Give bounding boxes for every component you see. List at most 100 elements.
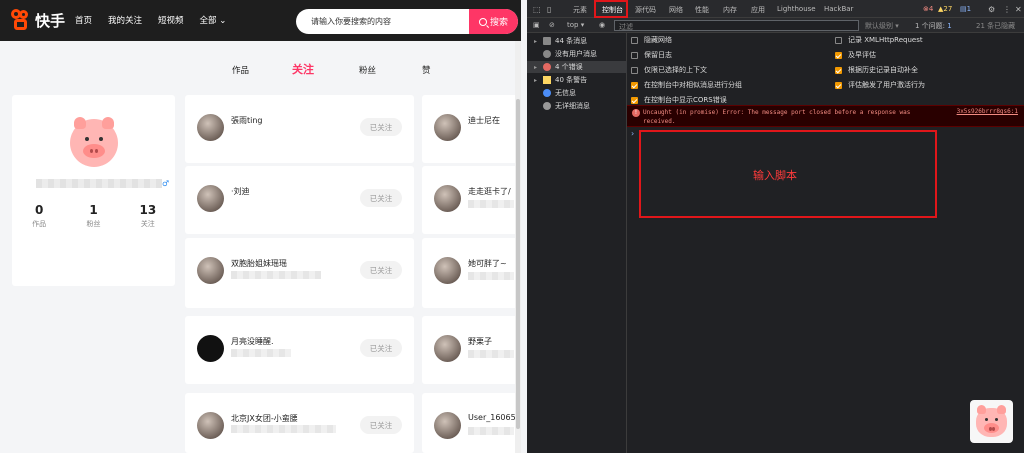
sidebar-item-info[interactable]: 无信息 (534, 87, 576, 99)
option-group-similar[interactable]: 在控制台中对相似消息进行分组 (631, 80, 742, 90)
more-menu-icon[interactable]: ⋮ (1003, 5, 1011, 14)
list-item[interactable]: 迪士尼在 (422, 95, 521, 163)
profile-tabs: 作品 关注 粉丝 赞 (222, 60, 521, 80)
error-message: Uncaught (in promise) Error: The message… (643, 109, 911, 125)
followed-button[interactable]: 已关注 (360, 339, 402, 357)
option-preserve-log[interactable]: 保留日志 (631, 50, 672, 60)
error-icon: ! (632, 109, 640, 117)
tab-network[interactable]: 网络 (669, 5, 683, 15)
sidebar-item-messages[interactable]: ▸ 44 条消息 (534, 35, 587, 47)
nav-links: 首页 我的关注 短视频 全部 ⌄ (75, 14, 226, 26)
tab-lighthouse[interactable]: Lighthouse (777, 5, 816, 13)
error-source-link[interactable]: 3x5s926brrr8gs6:1 (957, 108, 1018, 115)
list-item[interactable]: 野栗子 (422, 316, 521, 384)
tab-fans[interactable]: 粉丝 (359, 64, 376, 76)
following-desc-blurred (468, 272, 514, 280)
level-select[interactable]: 默认级别 ▾ (865, 21, 899, 31)
tab-following[interactable]: 关注 (292, 61, 314, 77)
option-hide-network[interactable]: 隐藏网络 (631, 35, 672, 45)
following-name: User_1606564 (468, 413, 521, 422)
search-button-label: 搜索 (489, 18, 508, 28)
list-item[interactable]: User_1606564 (422, 393, 521, 453)
kuaishou-logo-icon (11, 9, 31, 31)
console-prompt-icon[interactable]: › (631, 129, 634, 138)
avatar[interactable] (70, 117, 118, 167)
sidebar-toggle-icon[interactable]: ▣ (533, 21, 540, 29)
option-user-activation[interactable]: 评估触发了用户激活行为 (835, 80, 925, 90)
list-item[interactable]: ·刘迪 已关注 (185, 166, 414, 234)
option-autocomplete-history[interactable]: 根据历史记录自动补全 (835, 65, 918, 75)
following-desc-blurred (468, 350, 514, 358)
list-item[interactable]: 双胞胎姐妹瑶瑶 已关注 (185, 238, 414, 308)
tab-likes[interactable]: 赞 (422, 64, 431, 76)
close-icon[interactable]: ✕ (1015, 5, 1022, 14)
tab-application[interactable]: 应用 (751, 5, 765, 15)
followed-button[interactable]: 已关注 (360, 416, 402, 434)
option-show-cors-errors[interactable]: 在控制台中显示CORS错误 (631, 95, 727, 105)
inspect-icon[interactable]: ⬚ (533, 5, 541, 14)
warning-icon (543, 76, 551, 84)
following-name: 張雨ting (231, 116, 263, 125)
sidebar-item-errors[interactable]: ▸ 4 个错误 (527, 61, 627, 73)
avatar (197, 257, 224, 284)
console-error-row[interactable]: ! Uncaught (in promise) Error: The messa… (627, 105, 1024, 127)
gear-icon[interactable]: ⚙ (988, 5, 995, 14)
followed-button[interactable]: 已关注 (360, 189, 402, 207)
warning-count-badge[interactable]: ▲27 (938, 5, 952, 13)
option-log-xhr[interactable]: 记录 XMLHttpRequest (835, 35, 923, 45)
nav-following[interactable]: 我的关注 (108, 14, 142, 26)
nav-home[interactable]: 首页 (75, 14, 92, 26)
following-name: 北京JX女团-小蛮腰 (231, 414, 298, 423)
search-button[interactable]: 搜索 (469, 9, 518, 34)
list-item[interactable]: 月亮没睡醒. 已关注 (185, 316, 414, 384)
info-icon (543, 89, 551, 97)
avatar (434, 114, 461, 141)
page-scrollbar[interactable] (515, 41, 521, 453)
user-name-blurred (36, 179, 162, 188)
list-item[interactable]: 張雨ting 已关注 (185, 95, 414, 163)
tab-performance[interactable]: 性能 (695, 5, 709, 15)
logo[interactable]: 快手 (11, 9, 65, 31)
following-desc-blurred (231, 271, 321, 279)
tab-sources[interactable]: 源代码 (635, 5, 656, 15)
nav-all[interactable]: 全部 ⌄ (200, 14, 227, 26)
context-select[interactable]: top ▾ (567, 21, 584, 29)
profile-stats: 0 作品 1 粉丝 13 关注 (12, 203, 175, 229)
clear-console-icon[interactable]: ⊘ (549, 21, 555, 29)
eye-icon[interactable]: ◉ (599, 21, 605, 29)
hidden-count: 21 条已隐藏 (976, 22, 1016, 30)
filter-input[interactable]: 过滤 (614, 20, 859, 31)
info-count-badge[interactable]: ▤1 (960, 5, 971, 13)
sidebar-item-warnings[interactable]: ▸ 40 条警告 (534, 74, 587, 86)
issues-button[interactable]: 1 个问题: 1 (915, 21, 952, 31)
error-count-badge[interactable]: ⊗4 (923, 5, 933, 13)
followed-button[interactable]: 已关注 (360, 118, 402, 136)
stat-works[interactable]: 0 作品 (12, 203, 66, 229)
search-input[interactable]: 请输入你要搜索的内容 (311, 16, 391, 27)
nav-short-video[interactable]: 短视频 (158, 14, 184, 26)
user-icon (543, 50, 551, 58)
tab-memory[interactable]: 内存 (723, 5, 737, 15)
chevron-down-icon: ⌄ (219, 16, 227, 26)
list-item[interactable]: 北京JX女团-小蛮腰 已关注 (185, 393, 414, 453)
sidebar-item-user-messages[interactable]: 没有用户消息 (534, 48, 597, 60)
tab-hackbar[interactable]: HackBar (824, 5, 853, 13)
stat-fans[interactable]: 1 粉丝 (66, 203, 120, 229)
list-item[interactable]: 她可胖了~ (422, 238, 521, 308)
followed-button[interactable]: 已关注 (360, 261, 402, 279)
script-input-annotation[interactable]: 输入脚本 (639, 130, 937, 218)
tab-works[interactable]: 作品 (232, 64, 249, 76)
tab-elements[interactable]: 元素 (573, 5, 587, 15)
list-item[interactable]: 走走逛卡了/ (422, 166, 521, 234)
avatar (434, 185, 461, 212)
following-desc-blurred (231, 425, 336, 433)
following-desc-blurred (231, 349, 291, 357)
device-toggle-icon[interactable]: ▯ (547, 5, 551, 14)
stat-following[interactable]: 13 关注 (121, 203, 175, 229)
following-name: 双胞胎姐妹瑶瑶 (231, 259, 287, 268)
sidebar-item-verbose[interactable]: 无详细消息 (534, 100, 590, 112)
option-selected-context-only[interactable]: 仅限已选择的上下文 (631, 65, 707, 75)
console-tab-highlight (594, 0, 628, 18)
error-icon (543, 63, 551, 71)
option-eager-eval[interactable]: 及早评估 (835, 50, 876, 60)
